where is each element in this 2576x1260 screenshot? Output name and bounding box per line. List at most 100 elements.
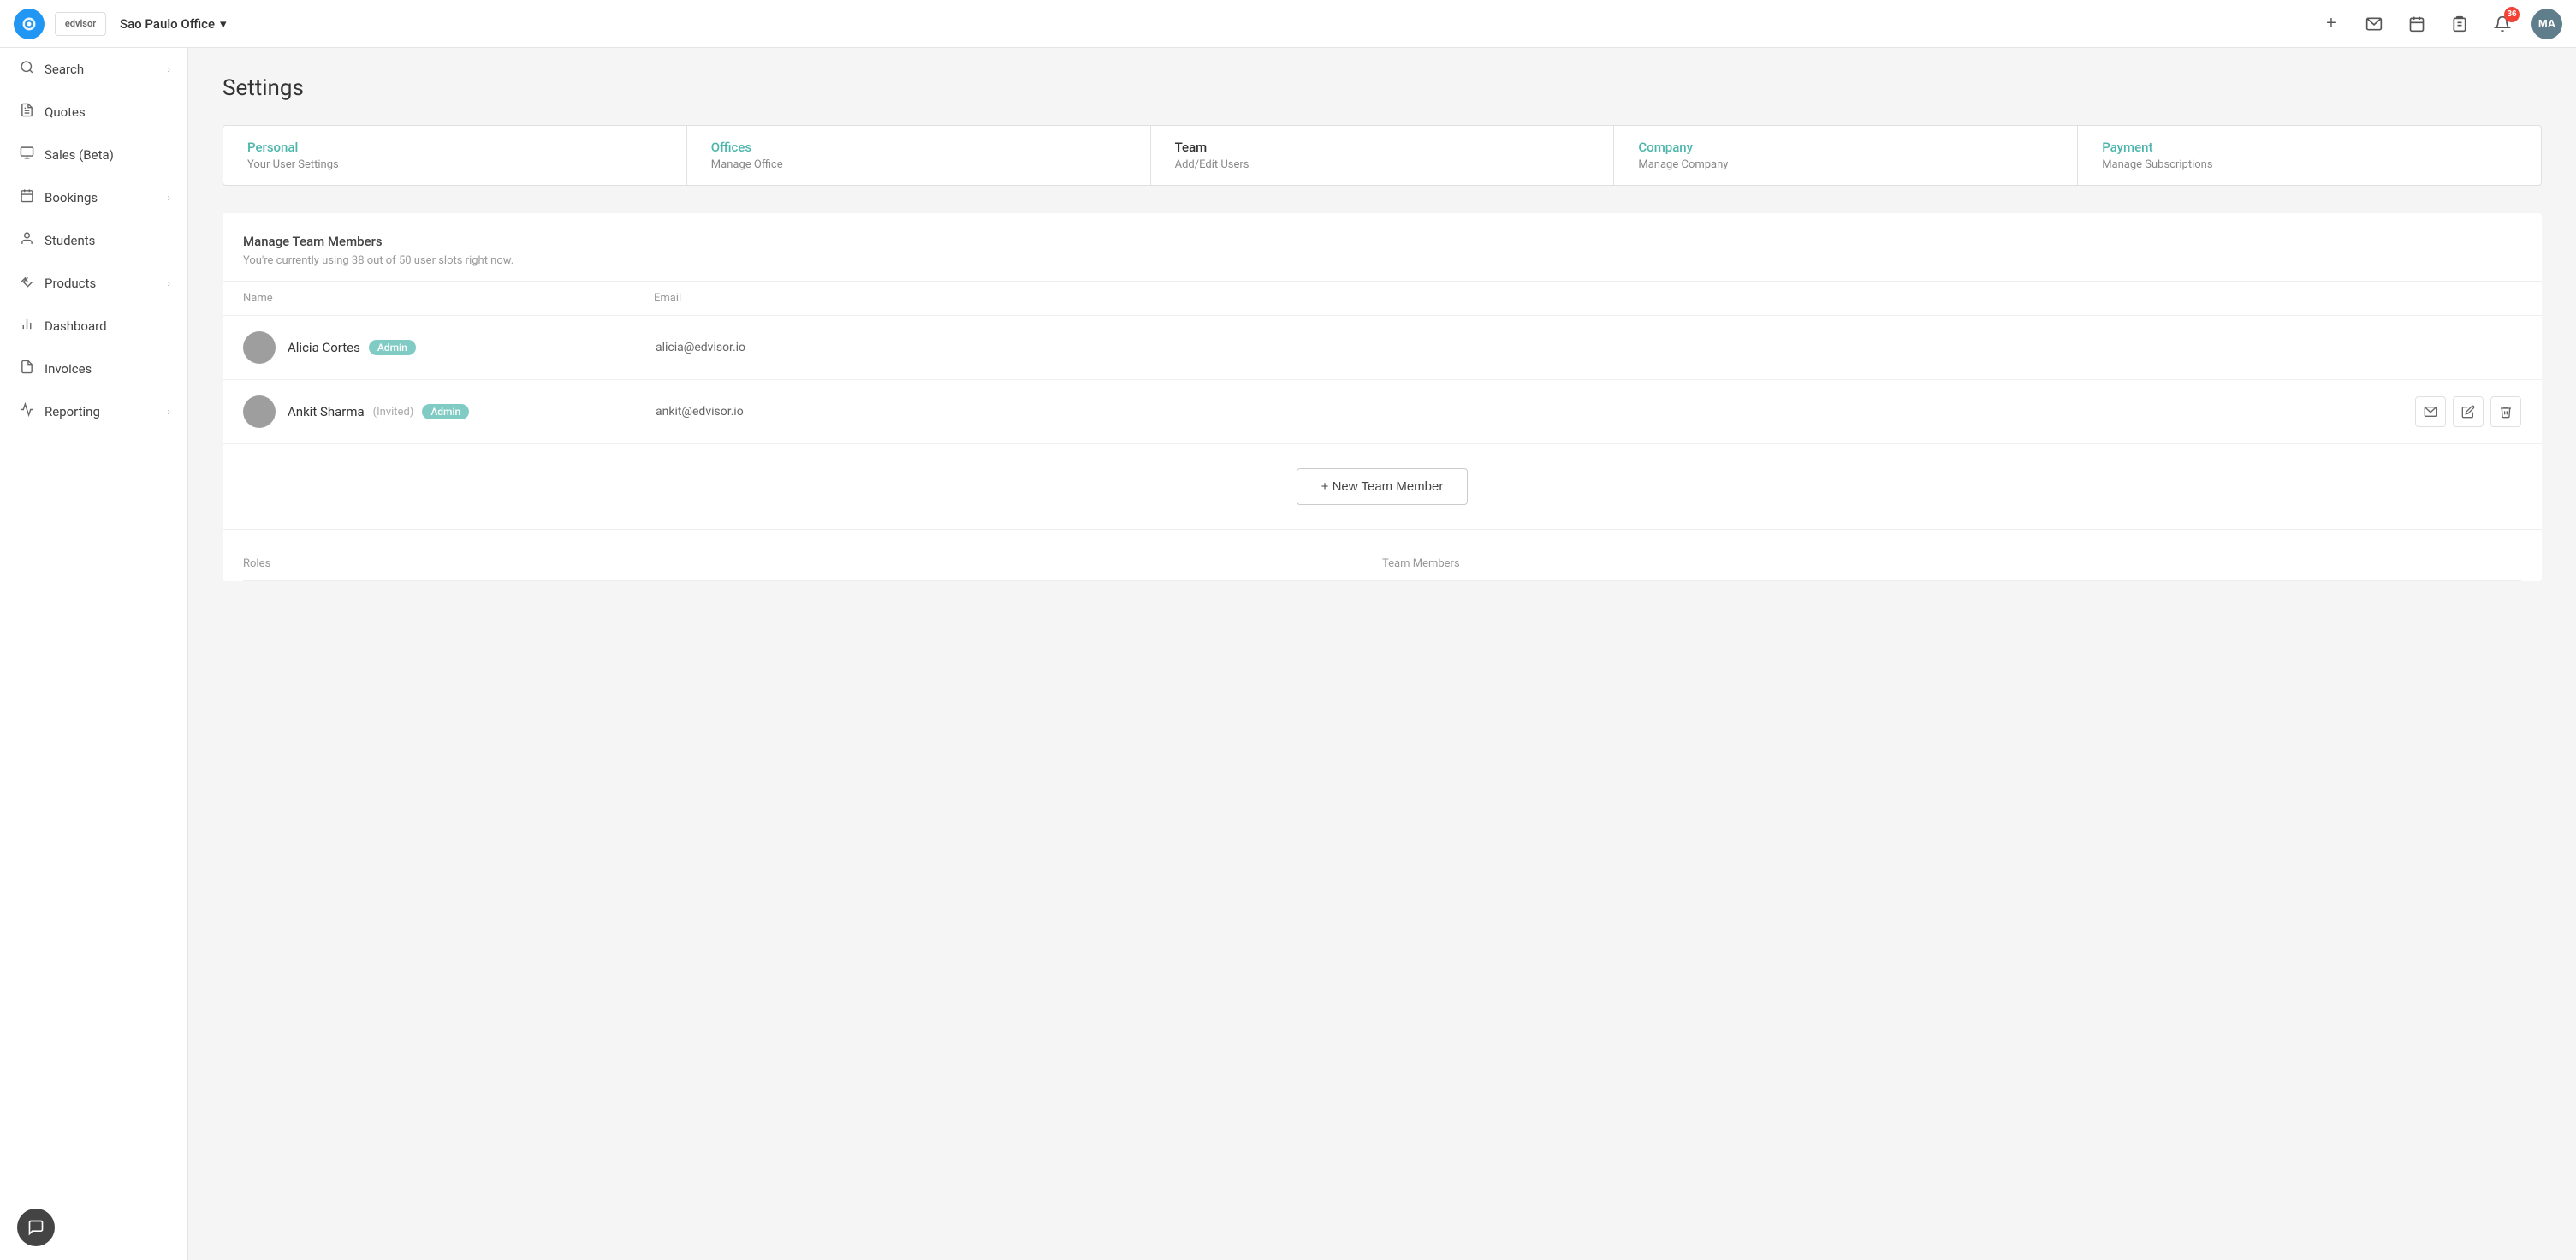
office-chevron-icon: ▾ — [220, 16, 227, 32]
tab-personal-sub: Your User Settings — [247, 158, 662, 171]
member-actions-ankit — [2415, 396, 2521, 427]
admin-badge-alicia: Admin — [369, 340, 416, 355]
invoices-icon — [20, 360, 34, 378]
chevron-icon: › — [167, 277, 170, 289]
delete-action-button[interactable] — [2490, 332, 2521, 363]
tab-payment[interactable]: Payment Manage Subscriptions — [2078, 126, 2541, 185]
office-selector[interactable]: Sao Paulo Office ▾ — [120, 16, 227, 32]
chevron-icon: › — [167, 406, 170, 418]
roles-header-row: Roles Team Members — [243, 547, 2521, 581]
settings-tabs: Personal Your User Settings Offices Mana… — [223, 125, 2542, 186]
email-action-button-ankit[interactable] — [2415, 396, 2446, 427]
tab-team-sub: Add/Edit Users — [1175, 158, 1590, 171]
tab-offices-sub: Manage Office — [711, 158, 1126, 171]
member-email-ankit: ankit@edvisor.io — [656, 405, 2521, 419]
chat-button[interactable] — [17, 1209, 55, 1246]
sidebar-item-invoices[interactable]: Invoices — [0, 348, 187, 390]
calendar-button[interactable] — [2403, 10, 2431, 38]
add-button[interactable]: + — [2318, 10, 2345, 38]
app-logo — [14, 9, 45, 39]
sidebar: Search › Quotes Sales (Beta) Bookings › — [0, 48, 188, 1260]
sidebar-item-reporting[interactable]: Reporting › — [0, 390, 187, 433]
notifications-button[interactable]: 36 — [2489, 10, 2516, 38]
quotes-icon — [20, 103, 34, 122]
chevron-icon: › — [167, 63, 170, 75]
col-roles-header: Roles — [243, 557, 1382, 570]
chevron-icon: › — [167, 192, 170, 204]
section-info: Manage Team Members You're currently usi… — [243, 234, 2521, 267]
table-header: Name Email — [223, 282, 2542, 316]
section-header: Manage Team Members You're currently usi… — [223, 213, 2542, 282]
sidebar-item-products[interactable]: Products › — [0, 262, 187, 305]
member-email-alicia: alicia@edvisor.io — [656, 341, 2521, 354]
tab-team-name: Team — [1175, 140, 1590, 155]
member-invited-label: (Invited) — [373, 406, 414, 419]
member-avatar-ankit — [243, 395, 276, 428]
search-icon — [20, 60, 34, 79]
col-team-members-header: Team Members — [1382, 557, 2521, 570]
tab-offices-name: Offices — [711, 140, 1126, 155]
office-name: Sao Paulo Office — [120, 16, 215, 32]
slots-info: You're currently using 38 out of 50 user… — [243, 254, 2521, 267]
notification-badge: 36 — [2504, 7, 2520, 22]
admin-badge-ankit: Admin — [422, 404, 469, 419]
main-layout: Search › Quotes Sales (Beta) Bookings › — [0, 48, 2576, 1260]
page-title: Settings — [223, 75, 2542, 101]
roles-section: Roles Team Members — [223, 529, 2542, 581]
member-name-area-ankit: Ankit Sharma (Invited) Admin — [288, 404, 656, 419]
new-member-area: + New Team Member — [223, 444, 2542, 529]
dashboard-icon — [20, 317, 34, 336]
sidebar-item-sales[interactable]: Sales (Beta) — [0, 134, 187, 176]
member-row-alicia: Alicia Cortes Admin alicia@edvisor.io — [223, 316, 2542, 380]
tab-company-name: Company — [1638, 140, 2053, 155]
sidebar-products-label: Products — [45, 276, 157, 291]
member-name-area-alicia: Alicia Cortes Admin — [288, 340, 656, 355]
sidebar-dashboard-label: Dashboard — [45, 318, 170, 334]
edit-action-button[interactable] — [2453, 332, 2484, 363]
sales-icon — [20, 146, 34, 164]
sidebar-item-quotes[interactable]: Quotes — [0, 91, 187, 134]
delete-action-button-ankit[interactable] — [2490, 396, 2521, 427]
tab-personal[interactable]: Personal Your User Settings — [223, 126, 687, 185]
sidebar-bottom — [0, 1195, 187, 1260]
tab-company[interactable]: Company Manage Company — [1614, 126, 2078, 185]
products-icon — [20, 274, 34, 293]
tab-payment-sub: Manage Subscriptions — [2102, 158, 2517, 171]
new-team-member-button[interactable]: + New Team Member — [1297, 468, 1469, 505]
tab-company-sub: Manage Company — [1638, 158, 2053, 171]
col-email-header: Email — [654, 292, 2521, 305]
header-actions: + 36 MA — [2318, 9, 2562, 39]
member-name-ankit: Ankit Sharma — [288, 404, 365, 419]
email-action-button[interactable] — [2415, 332, 2446, 363]
clipboard-button[interactable] — [2446, 10, 2473, 38]
sidebar-item-dashboard[interactable]: Dashboard — [0, 305, 187, 348]
member-name-alicia: Alicia Cortes — [288, 340, 360, 355]
sidebar-item-search[interactable]: Search › — [0, 48, 187, 91]
sidebar-students-label: Students — [45, 233, 170, 248]
sidebar-item-students[interactable]: Students — [0, 219, 187, 262]
students-icon — [20, 231, 34, 250]
tab-offices[interactable]: Offices Manage Office — [687, 126, 1151, 185]
user-avatar[interactable]: MA — [2531, 9, 2562, 39]
edit-action-button-ankit[interactable] — [2453, 396, 2484, 427]
main-content: Settings Personal Your User Settings Off… — [188, 48, 2576, 1260]
brand-logo: edvisor — [55, 12, 106, 36]
tab-team[interactable]: Team Add/Edit Users — [1151, 126, 1615, 185]
sidebar-reporting-label: Reporting — [45, 404, 157, 419]
member-avatar-alicia — [243, 331, 276, 364]
sidebar-search-label: Search — [45, 62, 157, 77]
app-header: edvisor Sao Paulo Office ▾ + 36 MA — [0, 0, 2576, 48]
sidebar-quotes-label: Quotes — [45, 104, 170, 120]
sidebar-item-bookings[interactable]: Bookings › — [0, 176, 187, 219]
member-row-ankit: Ankit Sharma (Invited) Admin ankit@edvis… — [223, 380, 2542, 444]
messages-button[interactable] — [2360, 10, 2388, 38]
reporting-icon — [20, 402, 34, 421]
tab-payment-name: Payment — [2102, 140, 2517, 155]
sidebar-sales-label: Sales (Beta) — [45, 147, 170, 163]
section-title: Manage Team Members — [243, 234, 2521, 249]
bookings-icon — [20, 188, 34, 207]
sidebar-bookings-label: Bookings — [45, 190, 157, 205]
team-section: Manage Team Members You're currently usi… — [223, 213, 2542, 581]
tab-personal-name: Personal — [247, 140, 662, 155]
sidebar-invoices-label: Invoices — [45, 361, 170, 377]
